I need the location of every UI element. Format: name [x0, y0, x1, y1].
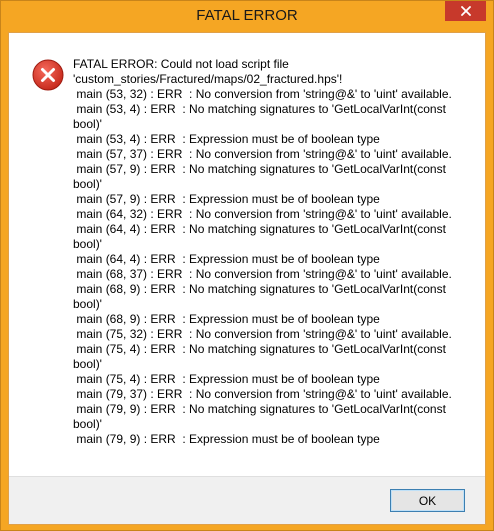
- title-bar[interactable]: FATAL ERROR: [1, 1, 493, 32]
- ok-button[interactable]: OK: [390, 489, 465, 512]
- window-title: FATAL ERROR: [196, 7, 298, 24]
- error-dialog-window: FATAL ERROR FATAL ERROR: Could not load …: [0, 0, 494, 531]
- error-message: FATAL ERROR: Could not load script file …: [73, 57, 452, 446]
- dialog-footer: OK: [9, 476, 485, 524]
- error-icon: [32, 59, 64, 91]
- close-icon: [460, 6, 471, 16]
- close-button[interactable]: [445, 1, 486, 21]
- dialog-body: FATAL ERROR: Could not load script file …: [8, 32, 486, 525]
